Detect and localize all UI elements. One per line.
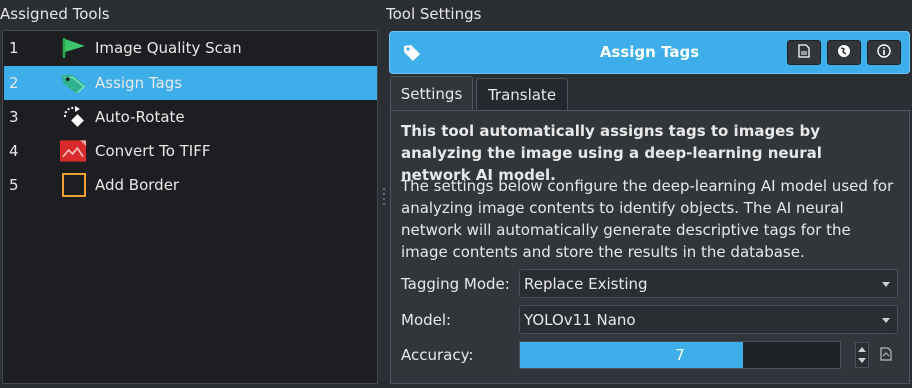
splitter-handle[interactable] (383, 188, 385, 208)
tags-icon (60, 70, 87, 96)
tool-label: Auto-Rotate (95, 108, 185, 126)
tool-row-auto-rotate[interactable]: 3 Auto-Rotate (4, 100, 377, 134)
tagging-mode-value: Replace Existing (524, 274, 648, 293)
tab-translate[interactable]: Translate (476, 78, 568, 110)
accuracy-value: 7 (675, 346, 685, 364)
tool-number: 1 (9, 39, 19, 57)
image-file-icon (60, 138, 87, 164)
tab-settings[interactable]: Settings (390, 76, 473, 111)
assigned-tools-title: Assigned Tools (0, 5, 110, 23)
tool-row-image-quality-scan[interactable]: 1 Image Quality Scan (4, 31, 377, 65)
settings-pane: This tool automatically assigns tags to … (390, 110, 910, 384)
globe-icon (837, 44, 851, 62)
accuracy-spinner[interactable] (855, 342, 869, 368)
tagging-mode-label: Tagging Mode: (401, 275, 510, 293)
spin-up-icon[interactable] (858, 347, 866, 352)
reset-document-icon[interactable] (880, 347, 892, 361)
info-button[interactable] (867, 40, 901, 65)
rotate-icon (60, 104, 87, 130)
tool-number: 4 (9, 142, 19, 160)
document-icon (798, 43, 810, 62)
tool-row-convert-to-tiff[interactable]: 4 Convert To TIFF (4, 134, 377, 168)
tool-number: 2 (9, 74, 19, 92)
model-select[interactable]: YOLOv11 Nano (519, 305, 898, 334)
tool-row-add-border[interactable]: 5 Add Border (4, 168, 377, 202)
accuracy-slider[interactable]: 7 (519, 341, 841, 369)
web-button[interactable] (827, 40, 861, 65)
tool-row-assign-tags[interactable]: 2 Assign Tags (4, 66, 377, 100)
assigned-tools-list[interactable]: 1 Image Quality Scan 2 Assign Tags 3 Aut… (2, 30, 378, 384)
tool-number: 3 (9, 108, 19, 126)
flag-icon (60, 35, 87, 61)
tool-label: Assign Tags (95, 74, 183, 92)
tool-number: 5 (9, 176, 19, 194)
tool-description: The settings below configure the deep-le… (401, 177, 894, 261)
spin-down-icon[interactable] (858, 358, 866, 363)
tagging-mode-select[interactable]: Replace Existing (519, 269, 898, 298)
tool-settings-title: Tool Settings (386, 5, 482, 23)
border-icon (60, 172, 87, 198)
tool-label: Convert To TIFF (95, 142, 211, 160)
tool-header: Assign Tags (389, 31, 910, 74)
documentation-button[interactable] (787, 40, 821, 65)
tool-label: Add Border (95, 176, 180, 194)
accuracy-label: Accuracy: (401, 346, 474, 364)
info-icon (877, 43, 891, 62)
tool-label: Image Quality Scan (95, 39, 242, 57)
model-value: YOLOv11 Nano (524, 310, 636, 329)
chevron-down-icon (882, 318, 890, 323)
model-label: Model: (401, 311, 452, 329)
chevron-down-icon (882, 282, 890, 287)
